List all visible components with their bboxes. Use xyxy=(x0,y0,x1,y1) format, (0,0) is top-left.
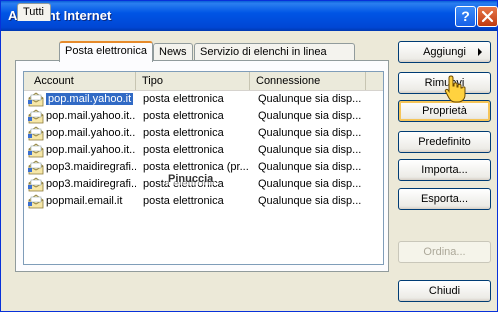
tab-news[interactable]: News xyxy=(153,43,193,61)
button-label: Predefinito xyxy=(418,136,471,148)
cell-account: popmail.email.it xyxy=(46,195,123,207)
account-internet-window: Account Internet ? Tutti Posta elettroni… xyxy=(0,0,498,312)
button-label: Aggiungi xyxy=(423,46,466,58)
mail-account-icon xyxy=(28,194,44,209)
cell-tipo: posta elettronica xyxy=(143,127,224,139)
title-bar[interactable]: Account Internet ? xyxy=(1,1,498,31)
mail-account-icon xyxy=(28,177,44,192)
close-window-button[interactable] xyxy=(477,6,498,27)
help-button[interactable]: ? xyxy=(455,6,476,27)
tab-servizio-elenchi[interactable]: Servizio di elenchi in linea xyxy=(194,43,355,61)
hand-cursor-icon xyxy=(444,75,466,103)
chiudi-button[interactable]: Chiudi xyxy=(398,280,491,302)
chevron-right-icon xyxy=(478,48,482,56)
cell-account: pop3.maidiregrafi... xyxy=(46,178,136,190)
cell-tipo: posta elettronica xyxy=(143,110,224,122)
list-row[interactable]: pop.mail.yahoo.it posta elettronica Qualun… xyxy=(24,91,383,108)
help-icon: ? xyxy=(461,8,470,24)
button-label: Chiudi xyxy=(428,285,461,297)
mail-account-icon xyxy=(28,143,44,158)
mail-account-icon xyxy=(28,109,44,124)
list-row[interactable]: pop.mail.yahoo.it... posta elettronica Qua… xyxy=(24,108,383,125)
cell-account: pop.mail.yahoo.it... xyxy=(46,127,136,139)
tab-label: News xyxy=(159,46,187,58)
cell-account: pop.mail.yahoo.it... xyxy=(46,144,136,156)
button-label: Proprietà xyxy=(422,105,467,117)
tab-posta-elettronica[interactable]: Posta elettronica xyxy=(59,41,153,62)
aggiungi-button[interactable]: Aggiungi xyxy=(398,41,491,63)
button-label: Esporta... xyxy=(420,193,469,205)
column-header-filler xyxy=(366,72,383,90)
account-list[interactable]: Account Tipo Connessione pop.mail.yahoo.… xyxy=(23,71,384,265)
mail-account-icon xyxy=(28,92,44,107)
mail-account-icon xyxy=(28,160,44,175)
mail-account-icon xyxy=(28,126,44,141)
column-header-tipo[interactable]: Tipo xyxy=(136,72,250,90)
cell-tipo: posta elettronica xyxy=(143,195,224,207)
cell-account: pop3.maidiregrafi... xyxy=(46,161,136,173)
list-row[interactable]: pop.mail.yahoo.it... posta elettronica Qua… xyxy=(24,142,383,159)
cell-connessione: Qualunque sia disp... xyxy=(258,195,362,207)
list-row[interactable]: popmail.email.it posta elettronica Qualunq… xyxy=(24,193,383,210)
cell-account: pop.mail.yahoo.it xyxy=(46,93,134,105)
column-header-account[interactable]: Account xyxy=(24,72,136,90)
cell-connessione: Qualunque sia disp... xyxy=(258,127,362,139)
cell-connessione: Qualunque sia disp... xyxy=(258,93,362,105)
column-header-connessione[interactable]: Connessione xyxy=(250,72,366,90)
tab-label: Servizio di elenchi in linea xyxy=(200,46,327,58)
tab-label: Tutti xyxy=(23,6,44,18)
cell-connessione: Qualunque sia disp... xyxy=(258,144,362,156)
esporta-button[interactable]: Esporta... xyxy=(398,188,491,210)
importa-button[interactable]: Importa... xyxy=(398,159,491,181)
button-label: Ordina... xyxy=(423,246,466,258)
cell-tipo: posta elettronica xyxy=(143,93,224,105)
tab-tutti[interactable]: Tutti xyxy=(17,3,51,21)
cell-connessione: Qualunque sia disp... xyxy=(258,161,362,173)
button-label: Importa... xyxy=(421,164,468,176)
cell-tipo: posta elettronica xyxy=(143,144,224,156)
close-icon xyxy=(481,10,494,23)
list-header: Account Tipo Connessione xyxy=(24,72,383,91)
ordina-button: Ordina... xyxy=(398,241,491,263)
watermark-text: Pinuccia xyxy=(166,173,216,185)
cell-account: pop.mail.yahoo.it... xyxy=(46,110,136,122)
proprieta-button[interactable]: Proprietà xyxy=(398,100,491,122)
tab-label: Posta elettronica xyxy=(65,45,147,57)
cell-connessione: Qualunque sia disp... xyxy=(258,178,362,190)
list-row[interactable]: pop.mail.yahoo.it... posta elettronica Qua… xyxy=(24,125,383,142)
cell-connessione: Qualunque sia disp... xyxy=(258,110,362,122)
predefinito-button[interactable]: Predefinito xyxy=(398,131,491,153)
